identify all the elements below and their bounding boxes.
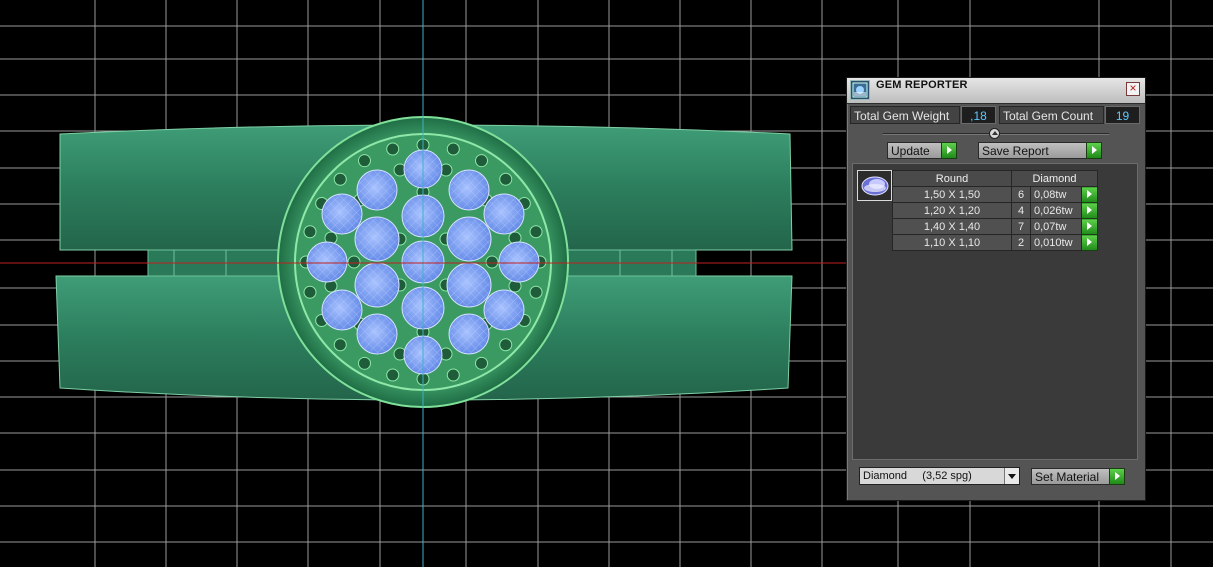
play-arrow-icon[interactable] [1081,202,1098,219]
gem-count: 4 [1011,202,1031,219]
prong [303,225,317,239]
total-gem-weight-label: Total Gem Weight [850,106,960,124]
gem-facets [448,264,490,306]
prong [358,154,371,168]
gem-facets [485,195,523,233]
save-report-button[interactable]: Save Report [978,142,1102,159]
gem-facets [500,243,538,281]
close-icon[interactable]: × [1126,82,1140,96]
total-gem-count-value: 19 [1105,106,1140,124]
gem-reporter-app-icon [850,80,870,100]
prong [446,368,460,382]
play-arrow-icon[interactable] [1081,186,1098,203]
prong [475,356,488,370]
gem-weight: 0,026tw [1030,202,1082,219]
gem-facets [485,291,523,329]
material-select-value: Diamond (3,52 spg) [863,470,972,482]
ring-model[interactable] [55,116,793,408]
column-header-shape: Round [892,170,1012,187]
play-arrow-icon[interactable] [1086,142,1102,159]
gem-facets [358,171,396,209]
gem-count: 2 [1011,234,1031,251]
set-material-button-label: Set Material [1035,470,1100,484]
total-gem-weight-value: ,18 [961,106,996,124]
gem-facets [450,171,488,209]
gem-facets [356,218,398,260]
update-button[interactable]: Update [887,142,957,159]
set-material-button[interactable]: Set Material [1031,468,1125,485]
play-arrow-icon[interactable] [1109,468,1125,485]
oval-gem-icon[interactable] [857,170,892,201]
gem-facets [323,195,361,233]
table-row[interactable]: 1,50 X 1,50 6 0,08tw [892,186,1098,203]
save-report-button-label: Save Report [982,144,1049,158]
gem-size: 1,50 X 1,50 [892,186,1012,203]
play-arrow-icon[interactable] [1081,218,1098,235]
gem-size: 1,10 X 1,10 [892,234,1012,251]
prong [529,225,543,239]
gem-list[interactable]: Round Diamond 1,50 X 1,50 6 0,08tw 1,20 … [852,163,1138,460]
gem-weight: 0,08tw [1030,186,1082,203]
update-button-label: Update [891,144,930,158]
panel-title: GEM REPORTER [876,79,968,91]
prong [386,142,400,156]
prong [386,368,400,382]
gem-table: Round Diamond 1,50 X 1,50 6 0,08tw 1,20 … [892,170,1098,251]
gem-count: 6 [1011,186,1031,203]
gem-facets [358,315,396,353]
play-arrow-icon[interactable] [1081,234,1098,251]
prong [333,338,347,352]
chevron-down-icon[interactable] [1004,468,1019,484]
prong [347,255,361,269]
slider-handle[interactable] [989,128,1000,139]
material-select[interactable]: Diamond (3,52 spg) [859,467,1020,485]
gem-weight: 0,07tw [1030,218,1082,235]
gem-facets [448,218,490,260]
total-gem-count-label: Total Gem Count [999,106,1104,124]
gem-size: 1,20 X 1,20 [892,202,1012,219]
prong [333,172,347,186]
gem-facets [323,291,361,329]
prong [529,285,543,299]
table-row[interactable]: 1,20 X 1,20 4 0,026tw [892,202,1098,219]
prong [303,285,317,299]
gem-reporter-panel: GEM REPORTER × Total Gem Weight ,18 Tota… [846,77,1146,501]
gem-size: 1,40 X 1,40 [892,218,1012,235]
play-arrow-icon[interactable] [941,142,957,159]
prong [499,172,513,186]
table-row[interactable]: 1,40 X 1,40 7 0,07tw [892,218,1098,235]
gem-weight: 0,010tw [1030,234,1082,251]
gem-facets [356,264,398,306]
gem-facets [308,243,346,281]
prong [499,338,513,352]
panel-titlebar[interactable]: GEM REPORTER × [847,78,1145,104]
gem-count: 7 [1011,218,1031,235]
gem-facets [450,315,488,353]
prong [446,142,460,156]
table-row[interactable]: 1,10 X 1,10 2 0,010tw [892,234,1098,251]
prong [475,154,488,168]
prong [485,255,499,269]
column-header-material: Diamond [1011,170,1098,187]
prong [358,356,371,370]
